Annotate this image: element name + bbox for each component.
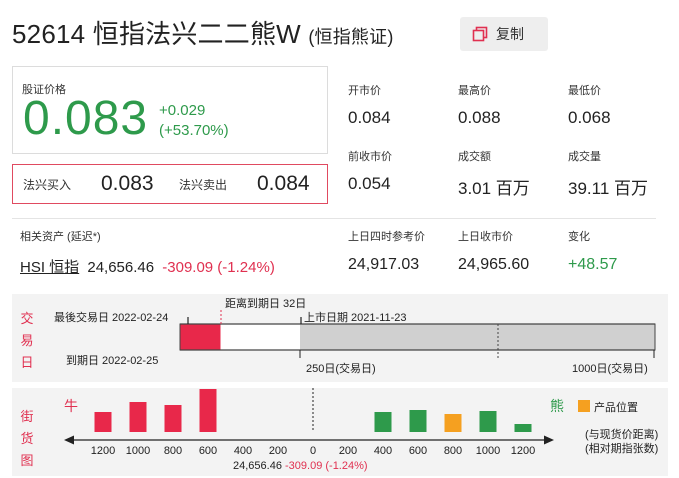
price-change: +0.029 (+53.70%) bbox=[159, 101, 229, 141]
street-tick-label: 1200 bbox=[91, 445, 115, 457]
diff-value: +48.57 bbox=[568, 256, 618, 273]
price-panel: 股证价格 0.083 +0.029 (+53.70%) bbox=[12, 66, 328, 154]
stat-value-open: 0.084 bbox=[348, 108, 391, 127]
current-price: 0.083 bbox=[23, 92, 149, 145]
ask-label: 法兴卖出 bbox=[179, 177, 228, 192]
spot-value: 24,656.46 bbox=[233, 460, 282, 472]
days-to-expiry: 距离到期日 32日 bbox=[225, 298, 307, 310]
stat-value-prev-close: 0.054 bbox=[348, 174, 391, 193]
close-price-value: 24,965.60 bbox=[458, 256, 530, 273]
underlying-link[interactable]: HSI 恒指 bbox=[20, 259, 79, 276]
street-bar-1000-1 bbox=[479, 411, 497, 432]
street-ticks: 1200 1000 800 600 400 200 0 200 400 600 800 1000 120… bbox=[91, 445, 535, 457]
page-title: 52614 恒指法兴二二熊W (恒指熊证) bbox=[12, 14, 394, 51]
street-tick-label: 600 bbox=[199, 445, 217, 457]
stat-label-low: 最低价 bbox=[568, 85, 601, 97]
street-tick-label: 0 bbox=[310, 445, 316, 457]
street-tick-label: 1000 bbox=[476, 445, 500, 457]
timeline-future-segment bbox=[300, 324, 655, 350]
spot-price-label: 24,656.46 -309.09 (-1.24%) bbox=[233, 460, 368, 472]
product-position-legend-swatch bbox=[578, 400, 590, 412]
underlying-row: HSI 恒指 24,656.46 -309.09 (-1.24%) bbox=[20, 256, 275, 277]
street-bar-400-1 bbox=[374, 412, 392, 432]
street-bar-800-2 bbox=[444, 414, 462, 432]
product-position-legend: 产品位置 bbox=[594, 402, 638, 414]
stat-value-turnover: 3.01 百万 bbox=[458, 179, 530, 198]
underlying-change: -309.09 (-1.24%) bbox=[162, 259, 275, 276]
spot-change: -309.09 (-1.24%) bbox=[285, 460, 368, 472]
stat-label-volume: 成交量 bbox=[568, 151, 601, 163]
street-tick-label: 800 bbox=[164, 445, 182, 457]
street-tick-label: 400 bbox=[374, 445, 392, 457]
ref-price-value: 24,917.03 bbox=[348, 256, 420, 273]
price-change-pct: (+53.70%) bbox=[159, 122, 229, 139]
axis-arrow-left-icon bbox=[64, 435, 74, 445]
stat-value-high: 0.088 bbox=[458, 108, 501, 127]
copy-button[interactable]: 复制 bbox=[460, 17, 548, 51]
last-trade-date: 最後交易日 2022-02-24 bbox=[54, 312, 169, 324]
street-bar-800-0 bbox=[164, 405, 182, 432]
bid-price: 0.083 bbox=[101, 172, 154, 195]
stat-value-volume: 39.11 百万 bbox=[568, 179, 649, 198]
underlying-label: 相关资产 (延迟*) bbox=[20, 231, 101, 243]
street-bar-1000-0 bbox=[129, 402, 147, 432]
listing-date: 上市日期 2021-11-23 bbox=[304, 312, 407, 324]
timeline-panel: 交 易 日 最後交易日 2022-02-24 距离到期日 32日 上市日期 20… bbox=[12, 294, 668, 382]
mark-1000-days: 1000日(交易日) bbox=[572, 363, 648, 375]
street-bar-1200-1 bbox=[514, 424, 532, 432]
bid-label: 法兴买入 bbox=[23, 177, 72, 192]
axis-arrow-right-icon bbox=[544, 435, 554, 445]
timeline-remaining-segment bbox=[180, 324, 221, 350]
divider bbox=[12, 218, 656, 219]
warrant-name: 恒指法兴二二熊W bbox=[92, 19, 301, 49]
warrant-code: 52614 bbox=[12, 19, 86, 49]
street-tick-label: 200 bbox=[269, 445, 287, 457]
ref-price-label: 上日四时参考价 bbox=[348, 231, 425, 243]
stat-label-turnover: 成交额 bbox=[458, 151, 491, 163]
street-bar-1200-0 bbox=[94, 412, 112, 432]
street-tick-label: 600 bbox=[409, 445, 427, 457]
warrant-type: (恒指熊证) bbox=[308, 27, 394, 47]
stat-label-prev-close: 前收市价 bbox=[348, 151, 392, 163]
stat-value-low: 0.068 bbox=[568, 108, 611, 127]
bid-ask-panel: 法兴买入 0.083 法兴卖出 0.084 bbox=[12, 164, 328, 204]
street-tick-label: 400 bbox=[234, 445, 252, 457]
street-panel: 街 货 图 牛 熊 1200 1000 800 600 400 200 0 200 400 600… bbox=[12, 388, 668, 476]
stat-label-open: 开市价 bbox=[348, 85, 381, 97]
mark-250-days: 250日(交易日) bbox=[306, 363, 376, 375]
copy-icon bbox=[472, 26, 488, 42]
stat-label-high: 最高价 bbox=[458, 85, 491, 97]
underlying-value: 24,656.46 bbox=[87, 259, 155, 276]
price-change-value: +0.029 bbox=[159, 102, 206, 119]
close-price-label: 上日收市价 bbox=[458, 231, 513, 243]
copy-label: 复制 bbox=[496, 26, 524, 42]
diff-label: 变化 bbox=[568, 231, 590, 243]
street-bar-600-1 bbox=[409, 410, 427, 432]
expiry-date: 到期日 2022-02-25 bbox=[66, 355, 159, 367]
street-note-2: (相对期指张数) bbox=[585, 443, 659, 455]
street-tick-label: 1200 bbox=[511, 445, 535, 457]
ask-price: 0.084 bbox=[257, 172, 310, 195]
street-bar-600-0 bbox=[199, 389, 217, 432]
street-tick-label: 1000 bbox=[126, 445, 150, 457]
street-tick-label: 200 bbox=[339, 445, 357, 457]
street-tick-label: 800 bbox=[444, 445, 462, 457]
